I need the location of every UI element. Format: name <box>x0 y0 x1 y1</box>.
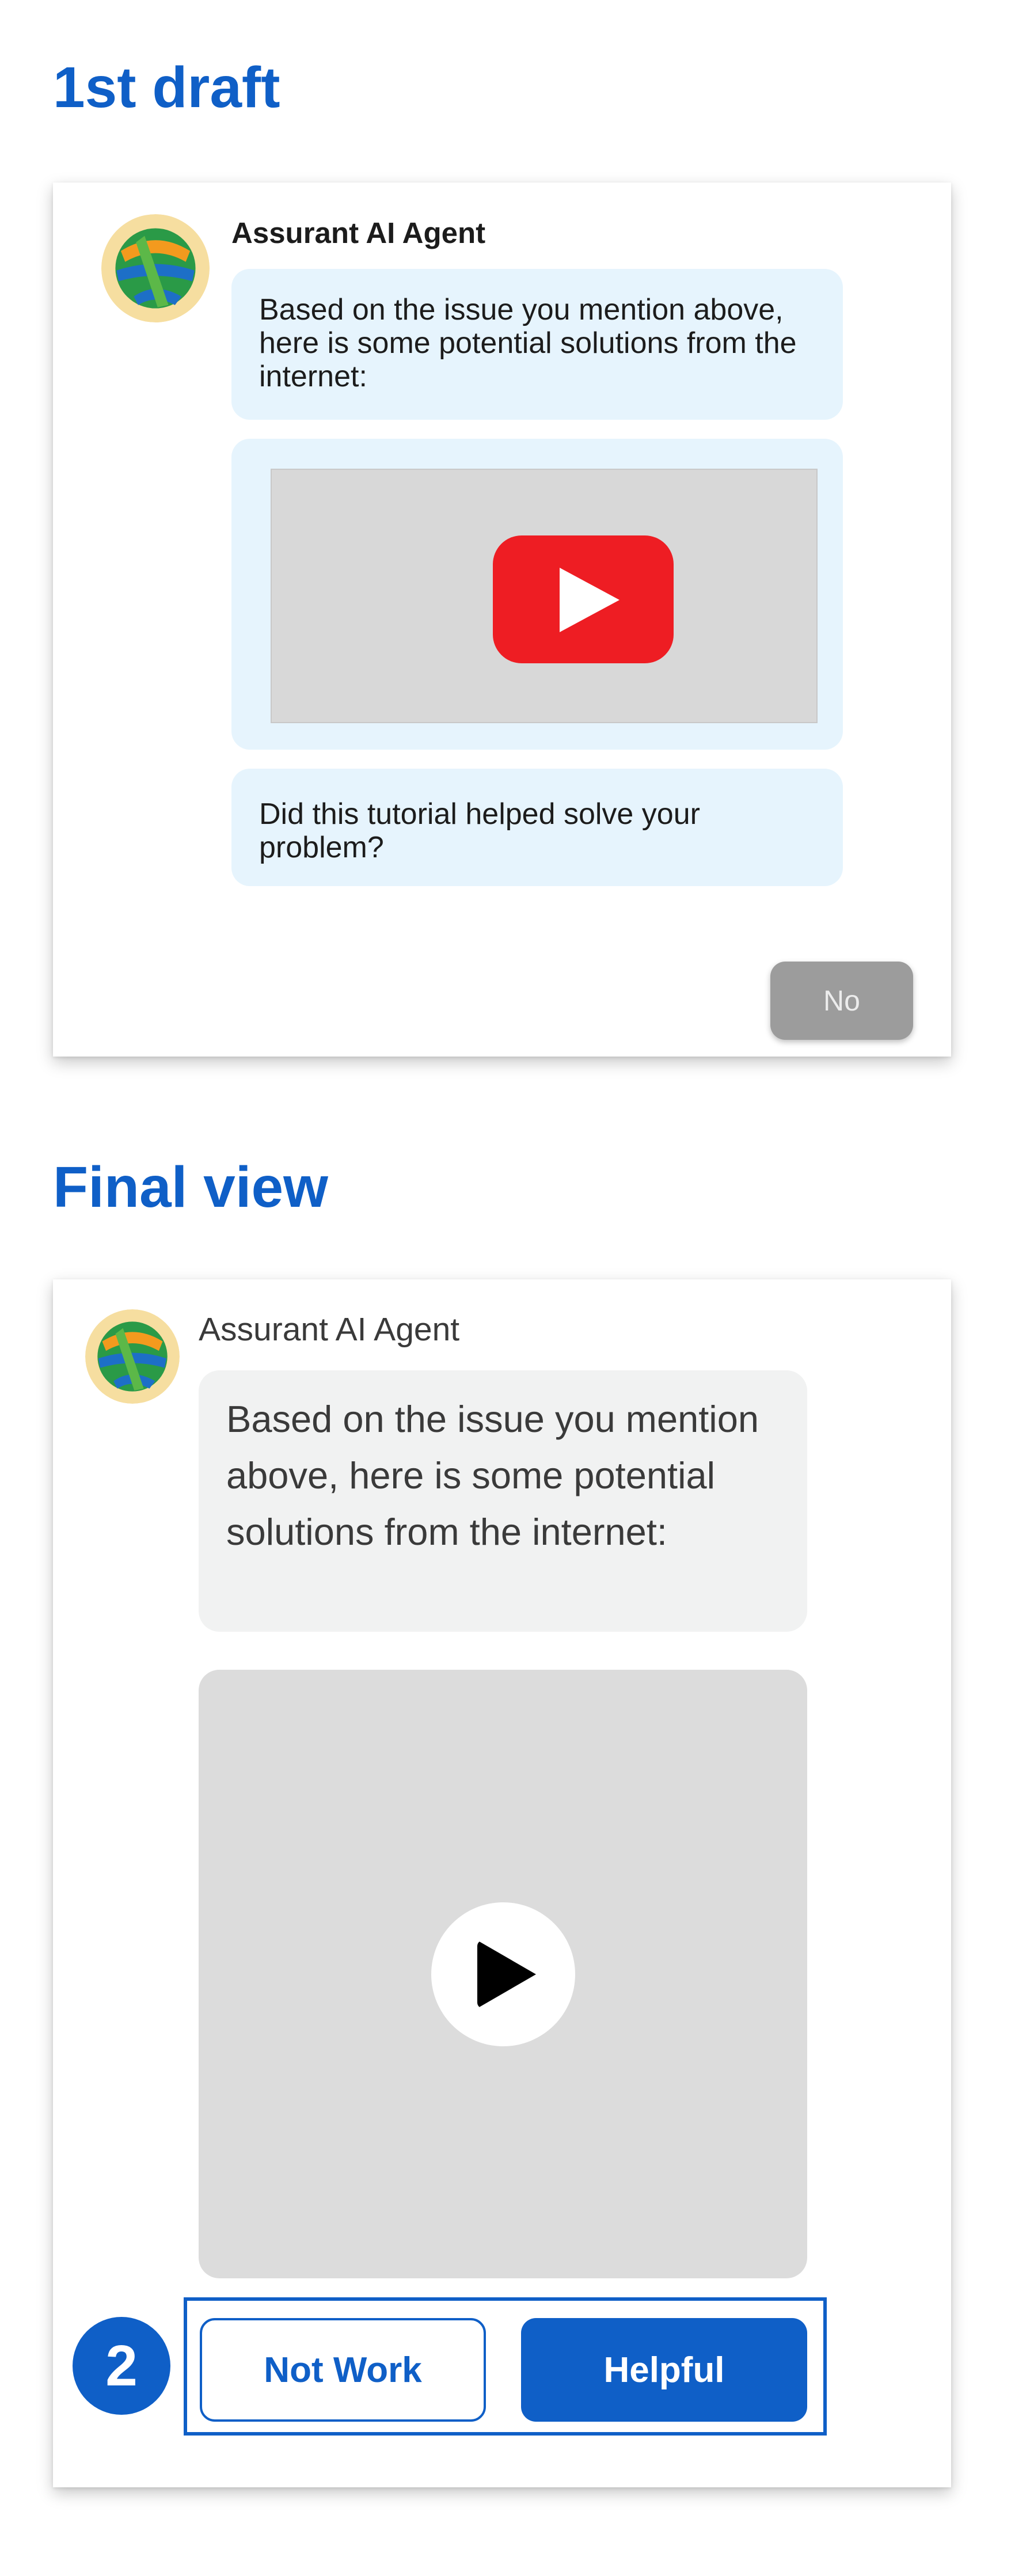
not-work-button[interactable]: Not Work <box>200 2318 486 2422</box>
agent-message-bubble: Based on the issue you mention above, he… <box>231 269 843 420</box>
agent-avatar-icon <box>101 214 210 322</box>
video-thumbnail[interactable] <box>271 469 818 723</box>
agent-name: Assurant AI Agent <box>199 1311 460 1348</box>
final-section-title: Final view <box>53 1155 328 1219</box>
agent-name: Assurant AI Agent <box>231 216 486 249</box>
no-button[interactable]: No <box>770 962 913 1040</box>
draft-section-title: 1st draft <box>53 55 280 120</box>
helpful-button[interactable]: Helpful <box>521 2318 807 2422</box>
question-message-bubble: Did this tutorial helped solve your prob… <box>231 769 843 886</box>
final-chat-card: Assurant AI Agent Based on the issue you… <box>53 1279 951 2487</box>
draft-chat-card: Assurant AI Agent Based on the issue you… <box>53 183 951 1057</box>
agent-message-bubble: Based on the issue you mention above, he… <box>199 1370 807 1632</box>
youtube-play-icon[interactable] <box>493 535 674 663</box>
step-number-badge: 2 <box>73 2317 170 2415</box>
play-icon[interactable] <box>431 1902 575 2046</box>
agent-avatar-icon <box>85 1309 180 1404</box>
video-player[interactable] <box>199 1670 807 2278</box>
feedback-buttons-highlight: Not Work Helpful <box>184 2297 827 2436</box>
video-message-bubble <box>231 439 843 750</box>
